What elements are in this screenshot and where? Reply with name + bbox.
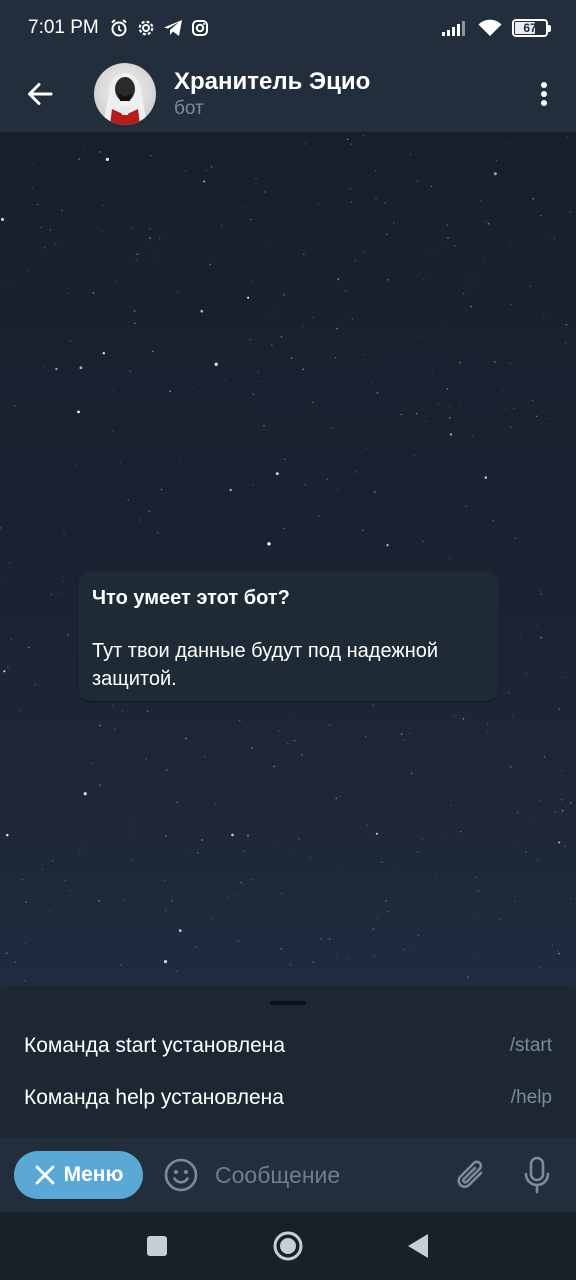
header-titles[interactable]: Хранитель Эцио бот	[174, 67, 370, 121]
signal-icon	[440, 19, 468, 37]
menu-label: Меню	[63, 1163, 124, 1186]
chat-area: Что умеет этот бот? Тут твои данные буду…	[0, 132, 576, 988]
starry-background	[0, 134, 576, 982]
command-description: Команда start установлена	[24, 1034, 286, 1057]
message-input[interactable]	[215, 1151, 439, 1199]
chat-header: Хранитель Эцио бот	[0, 56, 576, 132]
status-time: 7:01 PM	[28, 17, 99, 38]
more-options-button[interactable]	[512, 56, 576, 132]
settings-icon	[137, 19, 155, 37]
status-bar: 7:01 PM 67	[0, 0, 576, 56]
attach-button[interactable]	[451, 1151, 491, 1199]
telegram-icon	[163, 19, 183, 37]
command-name: /help	[510, 1087, 552, 1108]
wifi-icon	[478, 19, 502, 37]
back-button[interactable]	[0, 56, 80, 132]
back-nav-button[interactable]	[406, 1233, 430, 1259]
instagram-icon	[191, 19, 209, 37]
bot-info-text: Тут твои данные будут под надежной защит…	[92, 640, 439, 690]
system-nav-bar	[0, 1212, 576, 1280]
status-left: 7:01 PM	[28, 17, 209, 39]
commands-panel: Команда start установлена /start Команда…	[0, 986, 576, 1138]
menu-button[interactable]: Меню	[14, 1151, 143, 1199]
close-icon	[35, 1165, 54, 1185]
bot-info-title: Что умеет этот бот?	[92, 587, 290, 609]
battery-level: 67	[523, 21, 537, 35]
more-vertical-icon	[541, 82, 547, 106]
voice-record-button[interactable]	[517, 1151, 557, 1199]
emoji-icon	[164, 1158, 198, 1192]
square-icon	[147, 1236, 167, 1256]
bot-avatar[interactable]	[94, 63, 156, 125]
message-input-bar: Меню	[0, 1138, 576, 1212]
command-item-start[interactable]: Команда start установлена /start	[0, 1020, 576, 1072]
chat-title: Хранитель Эцио	[174, 68, 371, 95]
bot-info-card: Что умеет этот бот? Тут твои данные буду…	[78, 571, 499, 701]
triangle-back-icon	[408, 1234, 428, 1258]
recents-button[interactable]	[146, 1235, 168, 1257]
chat-subtitle: бот	[174, 98, 204, 119]
panel-handle[interactable]	[270, 1001, 306, 1005]
battery-icon: 67	[512, 19, 551, 37]
home-button[interactable]	[272, 1230, 304, 1262]
command-description: Команда help установлена	[24, 1086, 284, 1109]
back-arrow-icon	[28, 83, 53, 105]
microphone-icon	[524, 1156, 550, 1194]
command-item-help[interactable]: Команда help установлена /help	[0, 1072, 576, 1124]
paperclip-icon	[457, 1160, 483, 1188]
status-right: 67	[440, 19, 551, 37]
home-circle-icon	[273, 1231, 303, 1261]
emoji-button[interactable]	[161, 1155, 201, 1195]
command-name: /start	[509, 1035, 552, 1056]
alarm-icon	[109, 18, 129, 38]
